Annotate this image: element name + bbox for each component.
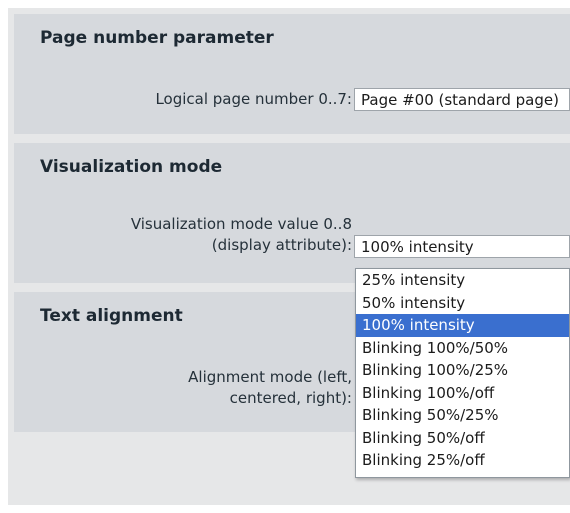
dropdown-option[interactable]: 25% intensity bbox=[356, 269, 569, 292]
visualization-mode-section: Visualization mode Visualization mode va… bbox=[14, 143, 570, 283]
visualization-mode-dropdown-list: 25% intensity 50% intensity 100% intensi… bbox=[355, 268, 570, 478]
alignment-mode-label-line1: Alignment mode (left, bbox=[188, 368, 352, 386]
dropdown-option[interactable]: Blinking 25%/off bbox=[356, 449, 569, 472]
text-alignment-section-title: Text alignment bbox=[40, 306, 183, 326]
page-number-section-title: Page number parameter bbox=[40, 28, 274, 48]
dropdown-option[interactable]: Blinking 100%/off bbox=[356, 382, 569, 405]
visualization-mode-label-line2: (display attribute): bbox=[211, 236, 352, 254]
dropdown-option[interactable]: Blinking 50%/25% bbox=[356, 404, 569, 427]
dropdown-option[interactable]: Blinking 100%/50% bbox=[356, 337, 569, 360]
visualization-mode-label-line1: Visualization mode value 0..8 bbox=[130, 215, 352, 233]
logical-page-number-label: Logical page number 0..7: bbox=[155, 90, 352, 108]
visualization-mode-select[interactable]: 100% intensity bbox=[354, 235, 570, 258]
alignment-mode-label-line2: centered, right): bbox=[229, 389, 352, 407]
dropdown-option[interactable]: Blinking 50%/off bbox=[356, 427, 569, 450]
page-number-section: Page number parameter Logical page numbe… bbox=[14, 14, 570, 134]
dropdown-option[interactable]: Blinking 100%/25% bbox=[356, 359, 569, 382]
dropdown-option-selected[interactable]: 100% intensity bbox=[356, 314, 569, 337]
visualization-mode-section-title: Visualization mode bbox=[40, 157, 223, 177]
logical-page-number-select[interactable]: Page #00 (standard page) bbox=[354, 88, 570, 111]
dropdown-option[interactable]: 50% intensity bbox=[356, 292, 569, 315]
